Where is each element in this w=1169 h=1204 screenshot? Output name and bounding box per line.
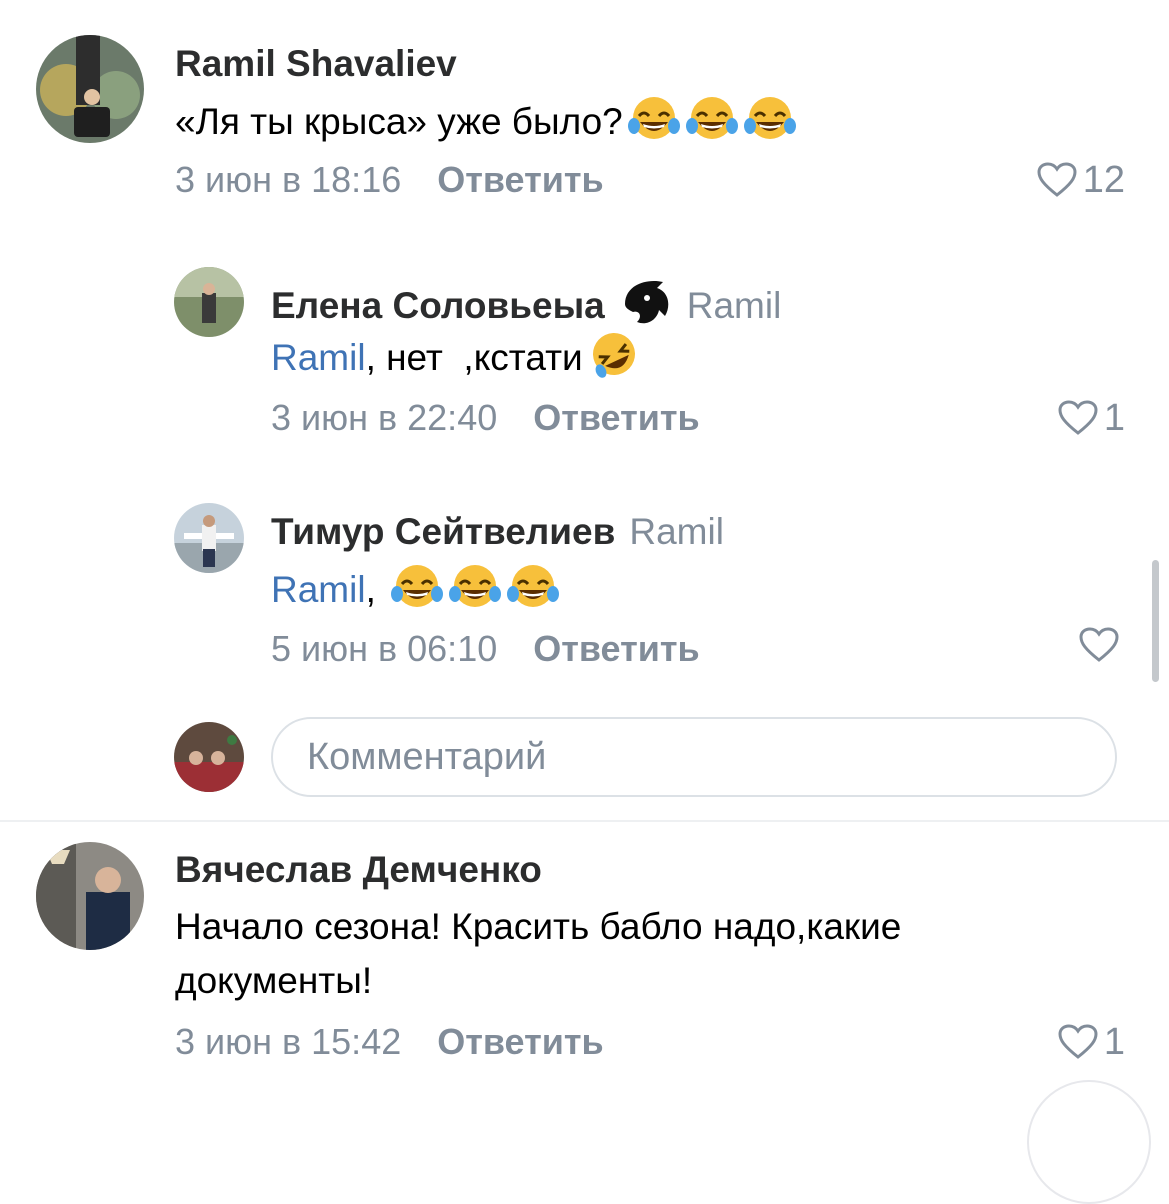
- heart-icon: [1058, 1024, 1098, 1059]
- heart-icon: [1058, 400, 1098, 435]
- rolling-laughing-emoji: [587, 330, 641, 393]
- reply-button[interactable]: Ответить: [533, 397, 699, 438]
- tears-of-joy-emoji: [627, 94, 681, 157]
- reply-button[interactable]: Ответить: [437, 159, 603, 200]
- floating-action-button[interactable]: [1027, 1080, 1151, 1204]
- comment-author[interactable]: Тимур Сейтвелиев Ramil: [271, 510, 724, 554]
- mention-link[interactable]: Ramil: [271, 337, 366, 378]
- tears-of-joy-emoji: [743, 94, 797, 157]
- divider: [0, 820, 1169, 822]
- comment-text: «Ля ты крыса» уже было?: [175, 94, 797, 157]
- comment-date: 3 июн в 18:16: [175, 159, 402, 200]
- mention-link[interactable]: Ramil: [271, 569, 366, 610]
- scrollbar[interactable]: [1152, 560, 1159, 682]
- like-count: 1: [1103, 397, 1125, 439]
- comment-date: 3 июн в 22:40: [271, 397, 498, 438]
- comment-meta: 3 июн в 18:16 Ответить: [175, 158, 604, 202]
- reply-button[interactable]: Ответить: [533, 628, 699, 669]
- comment-author[interactable]: Вячеслав Демченко: [175, 848, 542, 892]
- like-count: 12: [1082, 159, 1125, 201]
- comment-text: Ramil,: [271, 562, 560, 625]
- comment-date: 3 июн в 15:42: [175, 1021, 402, 1062]
- heart-icon: [1037, 162, 1077, 197]
- heart-icon: [1079, 627, 1119, 662]
- comment-input-placeholder: Комментарий: [307, 736, 547, 778]
- avatar[interactable]: [174, 503, 244, 573]
- tears-of-joy-emoji: [506, 562, 560, 625]
- like-button[interactable]: 1: [1058, 396, 1125, 440]
- comment-date: 5 июн в 06:10: [271, 628, 498, 669]
- reply-button[interactable]: Ответить: [437, 1021, 603, 1062]
- gaming-logo-icon: [617, 276, 673, 338]
- comment-meta: 3 июн в 15:42 Ответить: [175, 1020, 604, 1064]
- reply-to-name[interactable]: Ramil: [629, 511, 724, 552]
- comment-meta: 5 июн в 06:10 Ответить: [271, 627, 700, 671]
- avatar[interactable]: [174, 267, 244, 337]
- comment-text: Ramil, нет ,кстати: [271, 330, 641, 393]
- tears-of-joy-emoji: [685, 94, 739, 157]
- like-count: 1: [1103, 1021, 1125, 1063]
- avatar[interactable]: [36, 842, 144, 950]
- tears-of-joy-emoji: [448, 562, 502, 625]
- current-user-avatar: [174, 722, 244, 792]
- like-button[interactable]: [1079, 627, 1125, 663]
- reply-to-name[interactable]: Ramil: [687, 285, 782, 326]
- tears-of-joy-emoji: [390, 562, 444, 625]
- comment-text: Начало сезона! Красить бабло надо,какие …: [175, 906, 902, 1001]
- avatar[interactable]: [36, 35, 144, 143]
- comment-author[interactable]: Елена Соловьеыа Ramil: [271, 276, 781, 338]
- comment-meta: 3 июн в 22:40 Ответить: [271, 396, 700, 440]
- like-button[interactable]: 1: [1058, 1020, 1125, 1064]
- comment-input[interactable]: Комментарий: [271, 717, 1117, 797]
- comment-author[interactable]: Ramil Shavaliev: [175, 42, 457, 86]
- like-button[interactable]: 12: [1037, 158, 1125, 202]
